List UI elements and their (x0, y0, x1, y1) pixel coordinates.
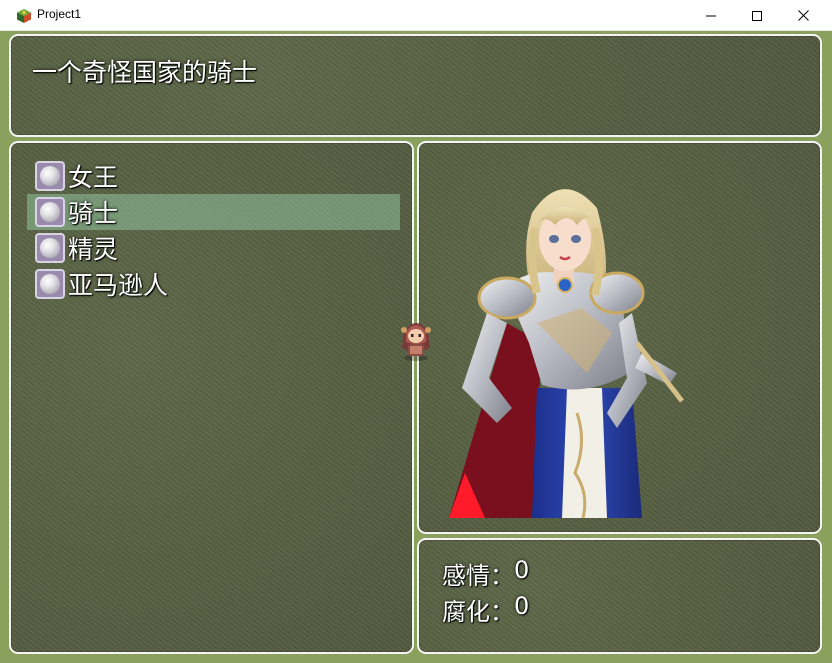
menu-item-queen[interactable]: 女王 (35, 159, 118, 193)
stat-value: 0 (514, 556, 530, 584)
maximize-icon (752, 10, 762, 21)
menu-item-elf[interactable]: 精灵 (35, 231, 118, 265)
app-icon (17, 9, 31, 23)
minimize-icon (706, 15, 716, 16)
pearl-orb-icon (35, 197, 65, 227)
menu-item-label: 精灵 (68, 235, 119, 264)
stat-value: 0 (514, 592, 530, 620)
stat-label: 感情： (442, 562, 514, 590)
game-canvas[interactable]: 一个奇怪国家的骑士 女王 骑士 精灵 亚马逊人 感情： 0 腐化： 0 (0, 31, 832, 663)
status-window: 感情： 0 腐化： 0 (417, 538, 822, 654)
window-titlebar[interactable]: Project1 (0, 0, 832, 31)
stat-corruption: 腐化： 0 (442, 592, 529, 627)
stat-label: 腐化： (442, 598, 514, 626)
menu-item-knight[interactable]: 骑士 (35, 195, 118, 229)
help-window: 一个奇怪国家的骑士 (9, 34, 822, 137)
character-sprite (401, 323, 431, 361)
maximize-button[interactable] (734, 0, 780, 31)
pearl-orb-icon (35, 269, 65, 299)
menu-item-label: 亚马逊人 (68, 271, 169, 300)
stat-affection: 感情： 0 (442, 556, 529, 591)
command-window: 女王 骑士 精灵 亚马逊人 (9, 141, 414, 654)
header-text: 一个奇怪国家的骑士 (32, 58, 258, 87)
close-button[interactable] (780, 0, 826, 31)
minimize-button[interactable] (688, 0, 734, 31)
window-title: Project1 (37, 7, 82, 21)
pearl-orb-icon (35, 233, 65, 263)
close-icon (797, 10, 809, 21)
menu-item-amazon[interactable]: 亚马逊人 (35, 267, 168, 301)
menu-item-label: 女王 (68, 163, 119, 192)
menu-item-label: 骑士 (68, 199, 119, 228)
pearl-orb-icon (35, 161, 65, 191)
knight-portrait (449, 189, 684, 518)
